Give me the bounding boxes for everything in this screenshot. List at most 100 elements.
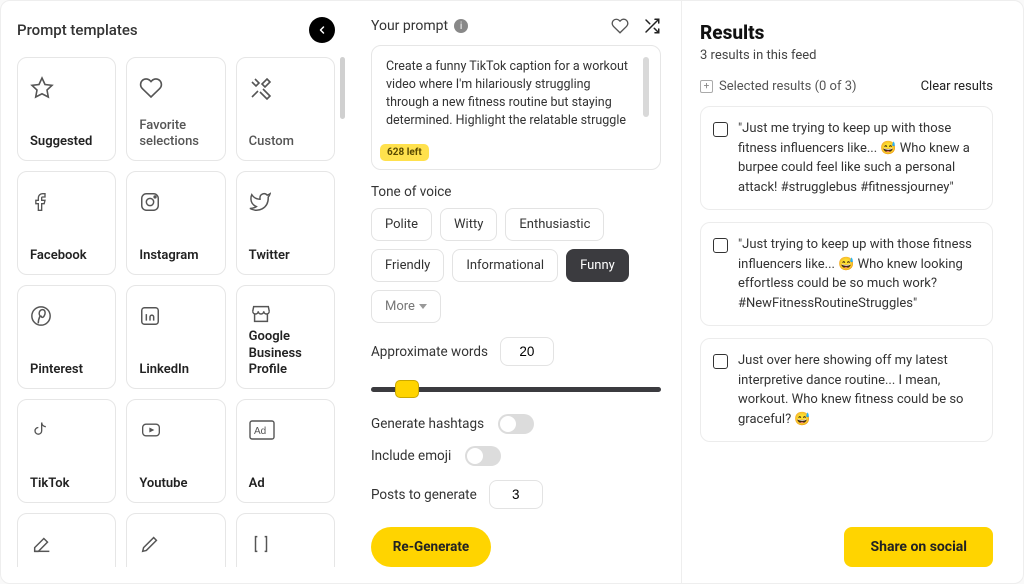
app-root: Prompt templates Suggested Favorite sele… [0,0,1024,584]
shuffle-icon[interactable] [643,17,661,35]
result-text: Just over here showing off my latest int… [738,351,980,429]
prompt-templates-title: Prompt templates [17,21,138,39]
storefront-icon [249,303,273,325]
tile-rewrite[interactable]: Rewrite [17,513,116,567]
selected-count: + Selected results (0 of 3) [700,79,857,94]
tile-suggested[interactable]: Suggested [17,57,116,161]
tile-explain[interactable]: Explain & Expand [236,513,335,567]
tile-pinterest[interactable]: Pinterest [17,285,116,389]
tile-gbp[interactable]: Google Business Profile [236,285,335,389]
youtube-icon [139,420,163,440]
tile-label: LinkedIn [139,362,212,378]
pencil-icon [139,533,161,555]
regenerate-button[interactable]: Re-Generate [371,527,491,567]
pinterest-icon [30,305,52,327]
chars-left-badge: 628 left [380,144,429,161]
emoji-label: Include emoji [371,448,451,464]
tile-edit[interactable]: Edit [126,513,225,567]
slider-thumb[interactable] [395,380,419,398]
tone-chips: Polite Witty Enthusiastic Friendly Infor… [371,208,661,323]
chevron-down-icon [419,304,427,309]
tile-label: Custom [249,134,322,150]
facebook-icon [30,192,50,212]
hashtags-toggle[interactable] [498,414,534,434]
tile-youtube[interactable]: Youtube [126,399,225,503]
emoji-row: Include emoji [371,446,661,466]
tone-informational[interactable]: Informational [452,249,558,282]
tile-custom[interactable]: Custom [236,57,335,161]
posts-input[interactable] [489,480,543,509]
heart-outline-icon[interactable] [611,17,629,35]
tile-label: Instagram [139,248,212,264]
tile-label: Twitter [249,248,322,264]
collapse-left-button[interactable] [309,17,335,43]
tone-polite[interactable]: Polite [371,208,432,241]
tile-instagram[interactable]: Instagram [126,171,225,275]
scrollbar-thumb[interactable] [340,57,345,119]
tile-label: Facebook [30,248,103,264]
tile-facebook[interactable]: Facebook [17,171,116,275]
templates-grid: Suggested Favorite selections Custom Fac… [17,57,335,567]
tone-funny[interactable]: Funny [566,249,629,282]
tone-friendly[interactable]: Friendly [371,249,444,282]
result-checkbox[interactable] [713,354,728,369]
tile-label: TikTok [30,476,103,492]
result-text: "Just trying to keep up with those fitne… [738,235,980,313]
result-checkbox[interactable] [713,122,728,137]
result-card[interactable]: "Just trying to keep up with those fitne… [700,222,993,326]
approx-words-input[interactable] [500,337,554,366]
prompt-textarea[interactable] [380,54,652,132]
result-checkbox[interactable] [713,238,728,253]
left-header: Prompt templates [17,17,345,43]
templates-scroll[interactable]: Suggested Favorite selections Custom Fac… [17,57,345,567]
tile-label: Favorite selections [139,118,212,151]
tile-label: Google Business Profile [249,329,322,378]
emoji-toggle[interactable] [465,446,501,466]
tile-tiktok[interactable]: TikTok [17,399,116,503]
tile-favorite[interactable]: Favorite selections [126,57,225,161]
words-slider[interactable] [371,382,661,396]
tone-witty[interactable]: Witty [440,208,497,241]
hashtags-label: Generate hashtags [371,416,484,432]
results-title: Results [700,21,993,44]
tone-label: Tone of voice [371,184,661,200]
tile-label: Pinterest [30,362,103,378]
tile-label: Youtube [139,476,212,492]
prompt-panel: Your prompt i 628 left Tone of voice Pol… [351,1,681,583]
posts-label: Posts to generate [371,487,477,503]
results-sub: 3 results in this feed [700,48,993,63]
tone-more[interactable]: More [371,290,441,323]
linkedin-icon [139,305,161,327]
tone-enthusiastic[interactable]: Enthusiastic [505,208,604,241]
star-icon [30,76,54,100]
result-card[interactable]: Just over here showing off my latest int… [700,338,993,442]
info-icon[interactable]: i [454,19,468,33]
heart-icon [139,76,163,100]
tile-label: Suggested [30,134,103,150]
tile-label: Ad [249,476,322,492]
approx-words-label: Approximate words [371,344,488,360]
brackets-icon [249,533,273,555]
textarea-scrollbar[interactable] [643,57,649,117]
approx-words-row: Approximate words [371,337,661,366]
svg-text:Ad: Ad [254,426,266,437]
tile-linkedin[interactable]: LinkedIn [126,285,225,389]
tools-icon [249,76,273,100]
result-text: "Just me trying to keep up with those fi… [738,119,980,197]
clear-results-button[interactable]: Clear results [921,79,993,94]
posts-row: Posts to generate [371,480,661,509]
share-on-social-button[interactable]: Share on social [844,527,993,567]
result-card[interactable]: "Just me trying to keep up with those fi… [700,106,993,210]
hashtags-row: Generate hashtags [371,414,661,434]
expand-icon[interactable]: + [700,80,713,93]
prompt-box: 628 left [371,45,661,170]
left-panel: Prompt templates Suggested Favorite sele… [1,1,351,583]
twitter-icon [249,191,271,213]
results-toolbar: + Selected results (0 of 3) Clear result… [700,79,993,100]
tiktok-icon [30,419,50,441]
prompt-header: Your prompt i [371,17,661,35]
rewrite-icon [30,533,54,555]
tile-twitter[interactable]: Twitter [236,171,335,275]
instagram-icon [139,191,161,213]
tile-ad[interactable]: Ad Ad [236,399,335,503]
